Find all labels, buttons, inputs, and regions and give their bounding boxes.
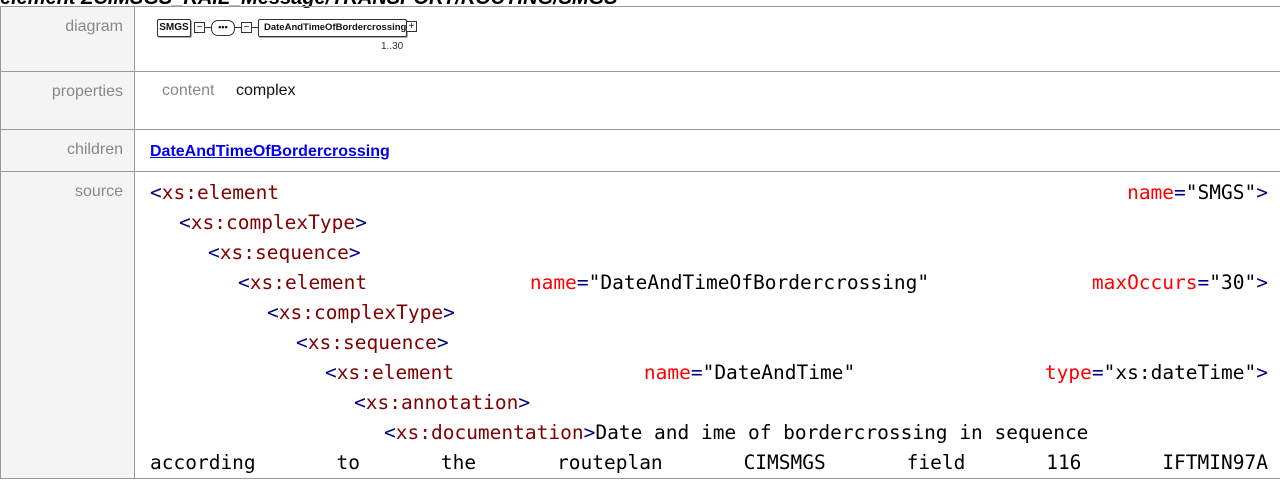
source-line: according to the routeplan CIMSMGS field… [150, 451, 1268, 474]
source-label-cell: source [0, 171, 135, 479]
multiplicity-label: 1..30 [381, 41, 404, 52]
children-label-cell: children [0, 129, 135, 172]
diagram-label-cell: diagram [0, 6, 135, 72]
diagram-row: diagram SMGS − ••• − DateAndTimeOfBorder… [0, 6, 1280, 72]
expand-icon[interactable]: − [194, 22, 205, 33]
expand-icon[interactable]: + [406, 21, 417, 32]
diagram-cell: SMGS − ••• − DateAndTimeOfBordercrossing… [134, 6, 1280, 72]
children-label: children [66, 141, 123, 158]
properties-label-cell: properties [0, 71, 135, 130]
property-item: content complex [150, 72, 1280, 100]
source-label: source [74, 183, 123, 200]
diagram-label: diagram [65, 18, 123, 35]
child-element-link[interactable]: DateAndTimeOfBordercrossing [150, 143, 390, 161]
children-row: children DateAndTimeOfBordercrossing [0, 129, 1280, 172]
schema-diagram: SMGS − ••• − DateAndTimeOfBordercrossing… [150, 7, 1280, 71]
source-line: <xs:sequence> [208, 241, 361, 264]
properties-label: properties [51, 83, 123, 100]
source-line: <xs:element name="DateAndTime" type="xs:… [325, 361, 1268, 384]
children-cell: DateAndTimeOfBordercrossing [134, 129, 1280, 172]
source-line: <xs:documentation>Date and ime of border… [384, 421, 1089, 444]
source-line: <xs:element name="SMGS"> [150, 181, 1268, 204]
properties-row: properties content complex [0, 71, 1280, 130]
element-doc-table: diagram SMGS − ••• − DateAndTimeOfBorder… [0, 6, 1280, 479]
source-line: <xs:sequence> [296, 331, 449, 354]
source-line: <xs:element name="DateAndTimeOfBordercro… [238, 271, 1268, 294]
source-line: <xs:complexType> [179, 211, 367, 234]
properties-cell: content complex [134, 71, 1280, 130]
sequence-icon: ••• [211, 20, 235, 36]
expand-icon[interactable]: − [241, 22, 252, 33]
source-line: <xs:complexType> [267, 301, 455, 324]
source-cell: <xs:element name="SMGS"> <xs:complexType… [134, 171, 1280, 479]
source-code: <xs:element name="SMGS"> <xs:complexType… [150, 172, 1280, 478]
diagram-child-element[interactable]: DateAndTimeOfBordercrossing [258, 19, 407, 37]
source-row: source <xs:element name="SMGS"> <xs:comp… [0, 171, 1280, 479]
property-key: content [162, 82, 215, 99]
diagram-root-element[interactable]: SMGS [157, 19, 191, 37]
source-line: <xs:annotation> [354, 391, 531, 414]
property-value: complex [235, 82, 296, 99]
